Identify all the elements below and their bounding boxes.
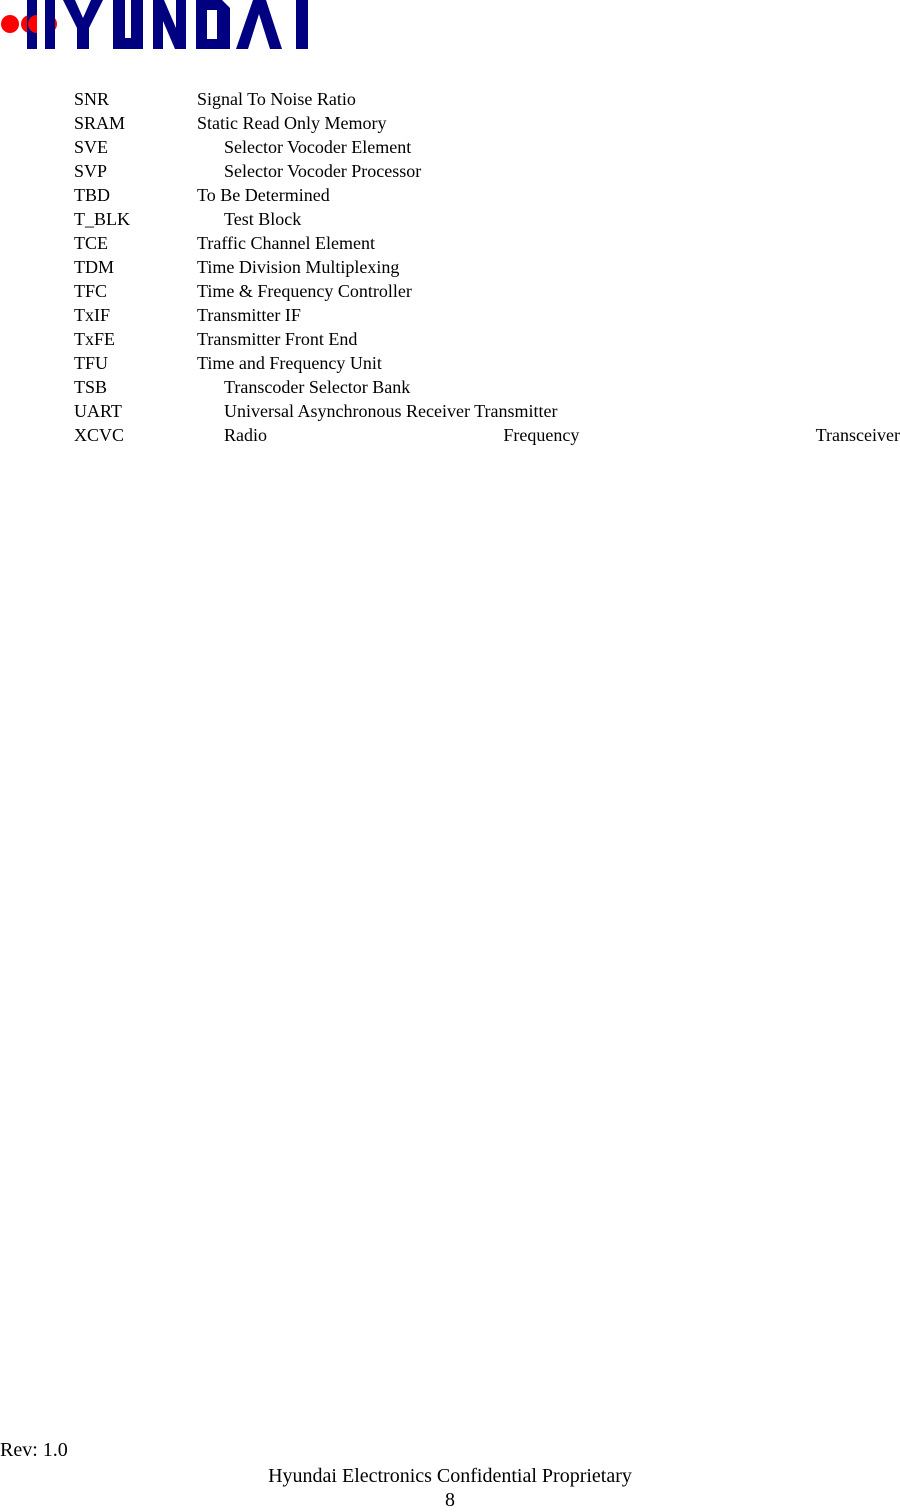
glossary-definition: To Be Determined <box>197 185 330 205</box>
glossary-row: SNR Signal To Noise Ratio <box>74 87 900 111</box>
glossary-row: TFU Time and Frequency Unit <box>74 351 900 375</box>
logo-letter-y <box>63 0 103 49</box>
logo-circle-1 <box>1 15 19 33</box>
glossary-abbr: TxIF <box>74 305 110 325</box>
glossary-definition: Static Read Only Memory <box>197 113 387 133</box>
glossary-abbr: TFC <box>74 281 108 301</box>
glossary-definition: Signal To Noise Ratio <box>197 89 356 109</box>
glossary-definition-word: Frequency <box>503 425 580 445</box>
glossary-abbr: TxFE <box>74 329 116 349</box>
glossary-abbr: T_BLK <box>74 209 130 229</box>
glossary-definition-word: Transceiver <box>815 425 900 445</box>
glossary-list: SNR Signal To Noise Ratio SRAM Static Re… <box>74 87 900 447</box>
glossary-row: TDM Time Division Multiplexing <box>74 255 900 279</box>
glossary-row: SRAM Static Read Only Memory <box>74 111 900 135</box>
glossary-abbr: XCVC <box>74 425 125 445</box>
hyundai-logo: HYUNDAI <box>1 0 308 49</box>
glossary-row: SVE Selector Vocoder Element <box>74 135 900 159</box>
glossary-row: TBD To Be Determined <box>74 183 900 207</box>
glossary-abbr: SVP <box>74 161 108 181</box>
glossary-row: TxIF Transmitter IF <box>74 303 900 327</box>
glossary-definition: Transmitter IF <box>197 305 301 325</box>
glossary-definition: Time & Frequency Controller <box>197 281 412 301</box>
glossary-abbr: TDM <box>74 257 114 277</box>
glossary-definition: Time Division Multiplexing <box>197 257 400 277</box>
glossary-abbr: SVE <box>74 137 109 157</box>
glossary-definition: Transcoder Selector Bank <box>224 377 411 397</box>
glossary-row: SVP Selector Vocoder Processor <box>74 159 900 183</box>
glossary-definition: Radio Frequency Transceiver <box>224 423 900 447</box>
glossary-row: UART Universal Asynchronous Receiver Tra… <box>74 399 900 423</box>
revision-label: Rev: 1.0 <box>0 1439 68 1461</box>
glossary-row: TCE Traffic Channel Element <box>74 231 900 255</box>
glossary-definition: Transmitter Front End <box>197 329 358 349</box>
glossary-row: TFC Time & Frequency Controller <box>74 279 900 303</box>
glossary-definition: Universal Asynchronous Receiver Transmit… <box>224 401 558 421</box>
glossary-definition: Selector Vocoder Processor <box>224 161 422 181</box>
logo-letter-n <box>153 0 186 49</box>
glossary-abbr: TBD <box>74 185 110 205</box>
glossary-abbr: TCE <box>74 233 108 253</box>
page-number: 8 <box>445 1489 455 1511</box>
glossary-row: TxFE Transmitter Front End <box>74 327 900 351</box>
glossary-row: T_BLK Test Block <box>74 207 900 231</box>
glossary-abbr: SNR <box>74 89 110 109</box>
glossary-abbr: TSB <box>74 377 108 397</box>
logo-letter-d <box>196 0 230 49</box>
logo-letter-i <box>296 0 308 49</box>
glossary-definition: Time and Frequency Unit <box>197 353 382 373</box>
glossary-definition-word: Radio <box>224 425 267 445</box>
glossary-definition: Test Block <box>224 209 302 229</box>
logo-letter-a <box>236 0 282 49</box>
glossary-definition: Selector Vocoder Element <box>224 137 412 157</box>
logo-letter-u <box>113 0 143 49</box>
glossary-row: TSB Transcoder Selector Bank <box>74 375 900 399</box>
glossary-abbr: SRAM <box>74 113 126 133</box>
glossary-abbr: TFU <box>74 353 109 373</box>
glossary-definition: Traffic Channel Element <box>197 233 375 253</box>
confidential-notice: Hyundai Electronics Confidential Proprie… <box>268 1465 632 1487</box>
glossary-abbr: UART <box>74 401 122 421</box>
glossary-row: XCVC Radio Frequency Transceiver <box>74 423 900 447</box>
